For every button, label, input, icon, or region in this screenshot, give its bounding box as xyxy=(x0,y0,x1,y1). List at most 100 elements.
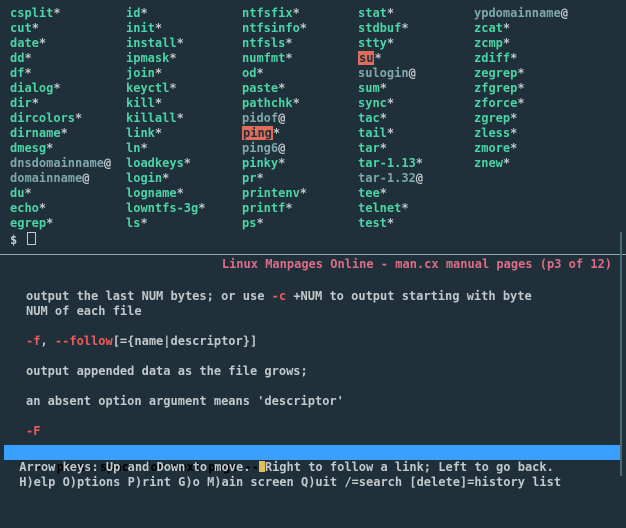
file-suffix: * xyxy=(285,51,292,65)
file-suffix: * xyxy=(401,201,408,215)
file-suffix: * xyxy=(387,36,394,50)
file-suffix: * xyxy=(53,6,60,20)
file-name: tar-1.32 xyxy=(358,171,416,185)
listing-entry: ping6@ xyxy=(242,141,358,156)
file-name: zdiff xyxy=(474,51,510,65)
file-suffix: * xyxy=(140,216,147,230)
listing-entry: tar* xyxy=(358,141,474,156)
listing-entry: zless* xyxy=(474,126,590,141)
lynx-help-footer: Arrow keys: Up and Down to move. Right t… xyxy=(10,460,616,490)
file-suffix: * xyxy=(416,156,423,170)
scrollbar-indicator xyxy=(620,232,622,476)
listing-column: stat*stdbuf*stty*su*sulogin@sum*sync*tac… xyxy=(358,6,474,231)
file-name: domainname xyxy=(10,171,82,185)
terminal-screen[interactable]: csplit*cut*date*dd*df*dialog*dir*dircolo… xyxy=(0,0,626,528)
file-suffix: * xyxy=(387,126,394,140)
file-suffix: * xyxy=(300,186,307,200)
file-suffix: @ xyxy=(409,66,416,80)
shell-prompt-row[interactable]: $ xyxy=(10,232,616,248)
file-name: ntfsfix xyxy=(242,6,293,20)
file-name: zgrep xyxy=(474,111,510,125)
file-name: pinky xyxy=(242,156,278,170)
file-suffix: * xyxy=(510,51,517,65)
listing-entry: login* xyxy=(126,171,242,186)
file-name: dmesg xyxy=(10,141,46,155)
listing-entry: stdbuf* xyxy=(358,21,474,36)
file-suffix: * xyxy=(510,126,517,140)
listing-entry: echo* xyxy=(10,201,126,216)
listing-entry: dircolors* xyxy=(10,111,126,126)
file-suffix: * xyxy=(387,96,394,110)
listing-entry: zegrep* xyxy=(474,66,590,81)
file-suffix: @ xyxy=(278,141,285,155)
file-name: date xyxy=(10,36,39,50)
file-name: tar-1.13 xyxy=(358,156,416,170)
manpage-line: -F xyxy=(26,424,600,439)
listing-entry: tail* xyxy=(358,126,474,141)
listing-entry: id* xyxy=(126,6,242,21)
file-name: zfgrep xyxy=(474,81,517,95)
listing-entry: killall* xyxy=(126,111,242,126)
manpage-line xyxy=(26,319,600,334)
file-name: keyctl xyxy=(126,81,169,95)
listing-entry: ps* xyxy=(242,216,358,231)
file-name: ln xyxy=(126,141,140,155)
listing-entry: pr* xyxy=(242,171,358,186)
file-suffix: * xyxy=(278,81,285,95)
listing-entry: tee* xyxy=(358,186,474,201)
file-suffix: * xyxy=(517,66,524,80)
file-suffix: @ xyxy=(104,156,111,170)
listing-entry: date* xyxy=(10,36,126,51)
file-suffix: * xyxy=(155,96,162,110)
file-name: kill xyxy=(126,96,155,110)
listing-entry: sync* xyxy=(358,96,474,111)
file-name: ps xyxy=(242,216,256,230)
listing-entry: kill* xyxy=(126,96,242,111)
pager-prompt[interactable]: -- press space for next page -- xyxy=(4,445,622,460)
manpage-line xyxy=(26,274,600,289)
option-flag: --follow xyxy=(55,334,113,348)
listing-entry: domainname@ xyxy=(10,171,126,186)
file-suffix: * xyxy=(256,216,263,230)
manpage-line: an absent option argument means 'descrip… xyxy=(26,394,600,409)
file-suffix: * xyxy=(387,6,394,20)
help-line-2: H)elp O)ptions P)rint G)o M)ain screen Q… xyxy=(12,475,614,490)
file-suffix: @ xyxy=(82,171,89,185)
file-suffix: * xyxy=(169,51,176,65)
file-suffix: * xyxy=(300,21,307,35)
file-suffix: * xyxy=(198,201,205,215)
file-suffix: * xyxy=(39,36,46,50)
file-suffix: * xyxy=(256,66,263,80)
listing-entry: zfgrep* xyxy=(474,81,590,96)
option-flag: -c xyxy=(272,289,286,303)
file-suffix: * xyxy=(510,111,517,125)
listing-entry: su* xyxy=(358,51,474,66)
file-suffix: * xyxy=(155,21,162,35)
listing-entry: sulogin@ xyxy=(358,66,474,81)
file-name: ntfsinfo xyxy=(242,21,300,35)
listing-entry: ntfsinfo* xyxy=(242,21,358,36)
file-name: join xyxy=(126,66,155,80)
file-suffix: @ xyxy=(416,171,423,185)
file-name: od xyxy=(242,66,256,80)
file-name: pidof xyxy=(242,111,278,125)
file-suffix: * xyxy=(140,141,147,155)
file-name: dnsdomainname xyxy=(10,156,104,170)
file-name: df xyxy=(10,66,24,80)
listing-entry: numfmt* xyxy=(242,51,358,66)
listing-entry: dnsdomainname@ xyxy=(10,156,126,171)
listing-entry: loadkeys* xyxy=(126,156,242,171)
file-suffix: * xyxy=(46,216,53,230)
listing-entry: ntfsfix* xyxy=(242,6,358,21)
file-name: ipmask xyxy=(126,51,169,65)
file-name: zcmp xyxy=(474,36,503,50)
manpage-line xyxy=(26,409,600,424)
file-suffix: * xyxy=(503,156,510,170)
file-suffix: * xyxy=(61,126,68,140)
file-name: dialog xyxy=(10,81,53,95)
file-suffix: * xyxy=(380,186,387,200)
file-name: zforce xyxy=(474,96,517,110)
file-name: dir xyxy=(10,96,32,110)
file-name: tail xyxy=(358,126,387,140)
file-name: su xyxy=(358,51,374,65)
